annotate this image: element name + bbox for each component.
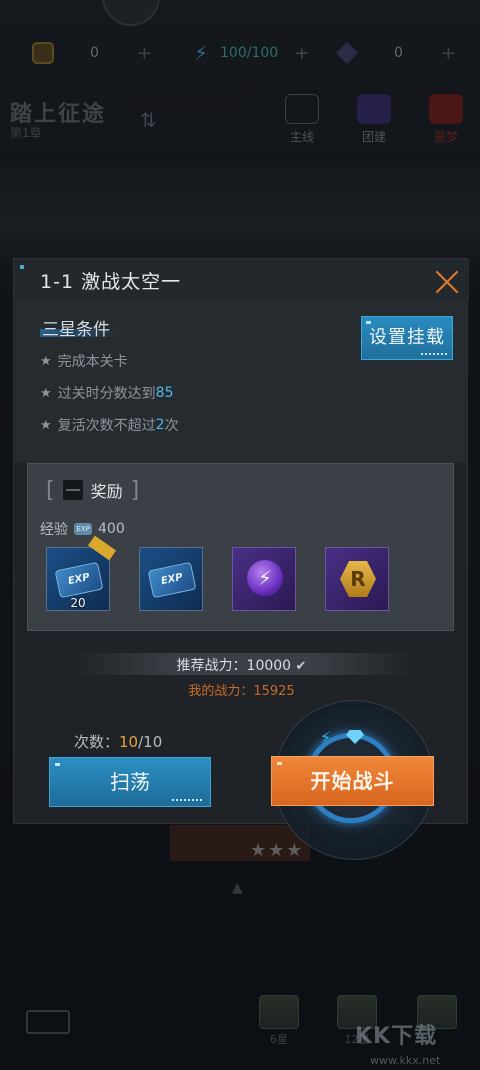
recommended-power: 推荐战力：10000 ✔ [14,655,469,675]
star-chest-label: 6星 [270,1033,288,1046]
team-mode-icon [357,94,391,124]
main-mode-icon [285,94,319,124]
energy-orb-icon: ⚡ [247,560,283,596]
resource-crystal: 0 + [336,40,456,66]
crystal-gem-icon [336,42,358,64]
mode-label: 团建 [361,130,386,144]
chapter-number: 第1章 [10,126,42,140]
condition-item: ★ 完成本关卡 [40,351,128,371]
back-button[interactable] [26,1010,70,1034]
close-icon[interactable] [434,269,460,295]
sort-icon[interactable]: ⇅ [140,108,190,132]
condition-value: 85 [155,385,174,401]
reward-item[interactable]: EXP 20 [46,535,117,611]
start-battle-button[interactable]: 开始战斗 [271,756,434,806]
mode-label: 主线 [289,130,314,144]
bracket-left: [ [46,477,55,503]
recommended-power-text: 推荐战力：10000 [176,658,292,674]
star-icon: ★ [40,385,52,401]
conditions-title: 三星条件 [40,315,120,342]
mode-main[interactable]: 主线 [276,94,328,150]
reward-qty: 20 [70,596,86,610]
exp-icon: EXP [74,523,92,535]
badge-coin-icon [32,42,54,64]
star-icon: ★ [40,353,52,369]
resource-energy: ⚡ 100/100 + [190,40,309,66]
sweep-button[interactable]: 扫荡 [49,757,211,807]
add-crystal-button[interactable]: + [441,43,456,64]
exp-value: 400 [98,521,125,537]
attempts-current: 10 [119,733,139,751]
check-icon: ✔ [295,659,307,674]
add-energy-button[interactable]: + [294,43,309,64]
stage-title: 1-1 激战太空一 [40,271,182,293]
resource-coin: 0 + [32,40,152,66]
exp-card-icon: EXP [147,561,197,599]
stage-stars: ★★★ [250,840,305,861]
resource-crystal-value: 0 [394,45,403,61]
set-mount-button[interactable]: 设置挂载 [361,316,453,360]
lightning-icon: ⚡ [320,728,332,747]
bracket-right: ] [130,477,140,503]
watermark-text: KK下载 [355,1024,438,1049]
my-power: 我的战力：15925 [188,684,295,699]
corner-marker [20,265,24,269]
attempts-total: /10 [138,733,163,751]
reward-item[interactable]: ⚡ [232,547,296,611]
resource-coin-value: 0 [90,45,99,61]
mode-label: 噩梦 [433,130,458,144]
condition-text: 过关时分数达到 [57,386,156,402]
box-icon [62,480,83,500]
attempts: 次数：10/10 [74,731,162,752]
chest-icon [259,995,299,1029]
nightmare-mode-icon [429,94,463,124]
add-coin-button[interactable]: + [137,43,152,64]
reward-item[interactable]: R [325,547,389,611]
rewards-header: [ 奖励 ] [40,475,153,505]
exp-label: 经验 [40,522,68,538]
condition-value: 2 [155,417,165,433]
condition-item: ★ 复活次数不超过 2 次 [40,415,179,435]
mode-nightmare[interactable]: 噩梦 [420,94,472,150]
scroll-arrow-icon: ▲ [232,880,243,896]
star-chest-6[interactable]: 6星 [256,995,302,1051]
resource-energy-value: 100/100 [220,45,279,61]
r-badge-icon: R [340,561,376,597]
watermark-url: www.kkx.net [370,1054,441,1067]
rewards-title: 奖励 [90,482,123,501]
star-icon: ★ [40,417,52,433]
exp-reward: 经验 EXP 400 [40,519,125,539]
reward-item[interactable]: EXP [139,547,203,611]
condition-suffix: 次 [164,418,179,434]
attempts-label: 次数： [74,733,120,751]
condition-text: 完成本关卡 [57,354,128,370]
mode-team[interactable]: 团建 [348,94,400,150]
exp-card-icon: EXP [54,561,104,599]
lightning-energy-icon: ⚡ [193,41,209,65]
condition-text: 复活次数不超过 [57,418,156,434]
condition-item: ★ 过关时分数达到 85 [40,383,173,403]
city-scenery [0,160,480,270]
